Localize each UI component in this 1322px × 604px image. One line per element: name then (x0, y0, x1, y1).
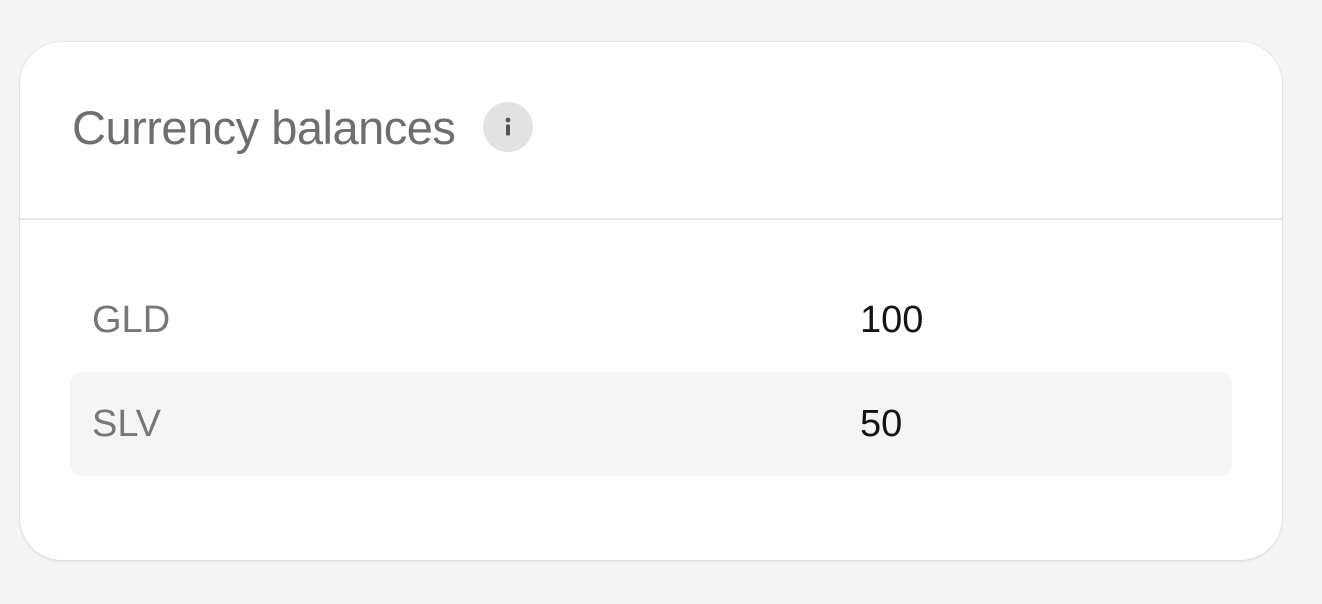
currency-code: SLV (92, 402, 162, 445)
balance-row: SLV 50 (70, 372, 1232, 476)
currency-amount: 100 (860, 298, 924, 341)
info-glyph (505, 117, 511, 136)
currency-amount: 50 (860, 402, 903, 445)
balance-row: GLD 100 (70, 268, 1232, 372)
currency-balances-card: Currency balances GLD 100 SLV 50 (20, 42, 1282, 560)
info-icon[interactable] (483, 102, 534, 152)
card-header: Currency balances (20, 42, 1282, 220)
card-title: Currency balances (72, 100, 456, 154)
currency-code: GLD (92, 298, 171, 341)
balances-list: GLD 100 SLV 50 (20, 220, 1282, 476)
